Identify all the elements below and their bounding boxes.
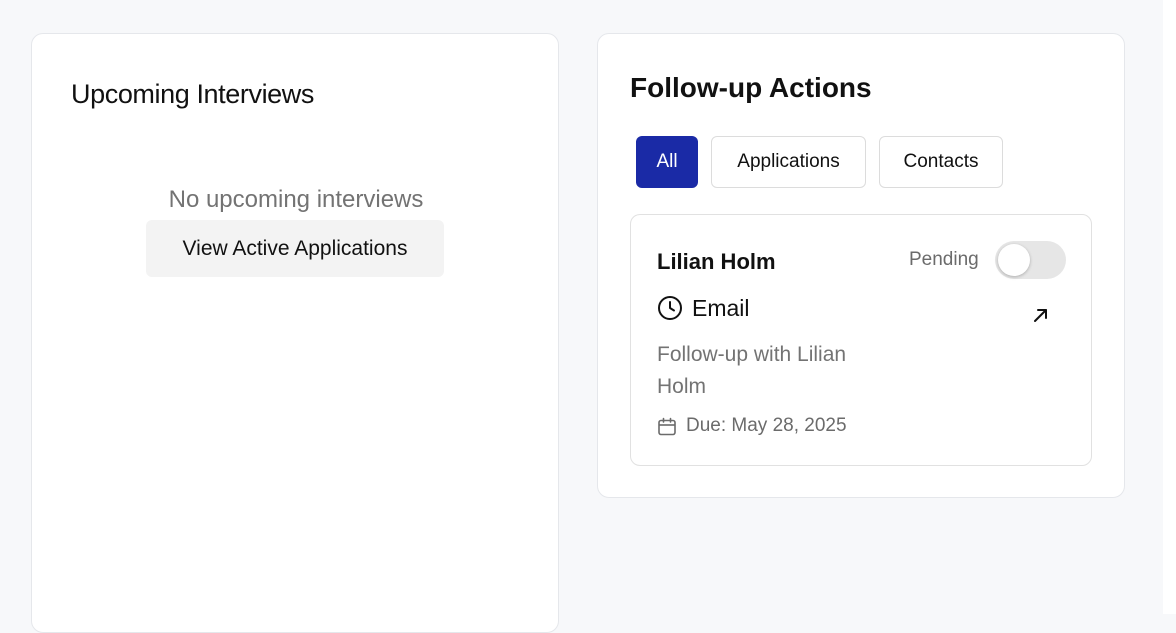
upcoming-interviews-title: Upcoming Interviews	[71, 79, 314, 109]
follow-up-item: Lilian Holm Pending Email Follow-up with…	[630, 214, 1092, 466]
completion-toggle[interactable]	[995, 241, 1066, 279]
calendar-icon	[658, 417, 676, 436]
tab-contacts[interactable]: Contacts	[879, 136, 1003, 188]
contact-name: Lilian Holm	[657, 249, 776, 274]
follow-up-description: Follow-up with Lilian Holm	[657, 343, 847, 398]
scrollbar[interactable]	[1163, 0, 1176, 614]
clock-icon	[658, 296, 682, 320]
upcoming-interviews-card: Upcoming Interviews No upcoming intervie…	[31, 33, 559, 633]
view-active-applications-button[interactable]: View Active Applications	[146, 220, 444, 277]
tab-all[interactable]: All	[636, 136, 698, 188]
follow-up-actions-title: Follow-up Actions	[630, 72, 872, 103]
due-date-label: Due: May 28, 2025	[686, 415, 847, 436]
contact-method-label: Email	[692, 295, 750, 321]
tab-applications[interactable]: Applications	[711, 136, 866, 188]
empty-state-message: No upcoming interviews	[168, 186, 424, 213]
follow-up-actions-card: Follow-up Actions All Applications Conta…	[597, 33, 1125, 498]
toggle-knob	[998, 244, 1030, 276]
status-label: Pending	[909, 249, 979, 270]
arrow-up-right-icon[interactable]	[1029, 303, 1053, 327]
